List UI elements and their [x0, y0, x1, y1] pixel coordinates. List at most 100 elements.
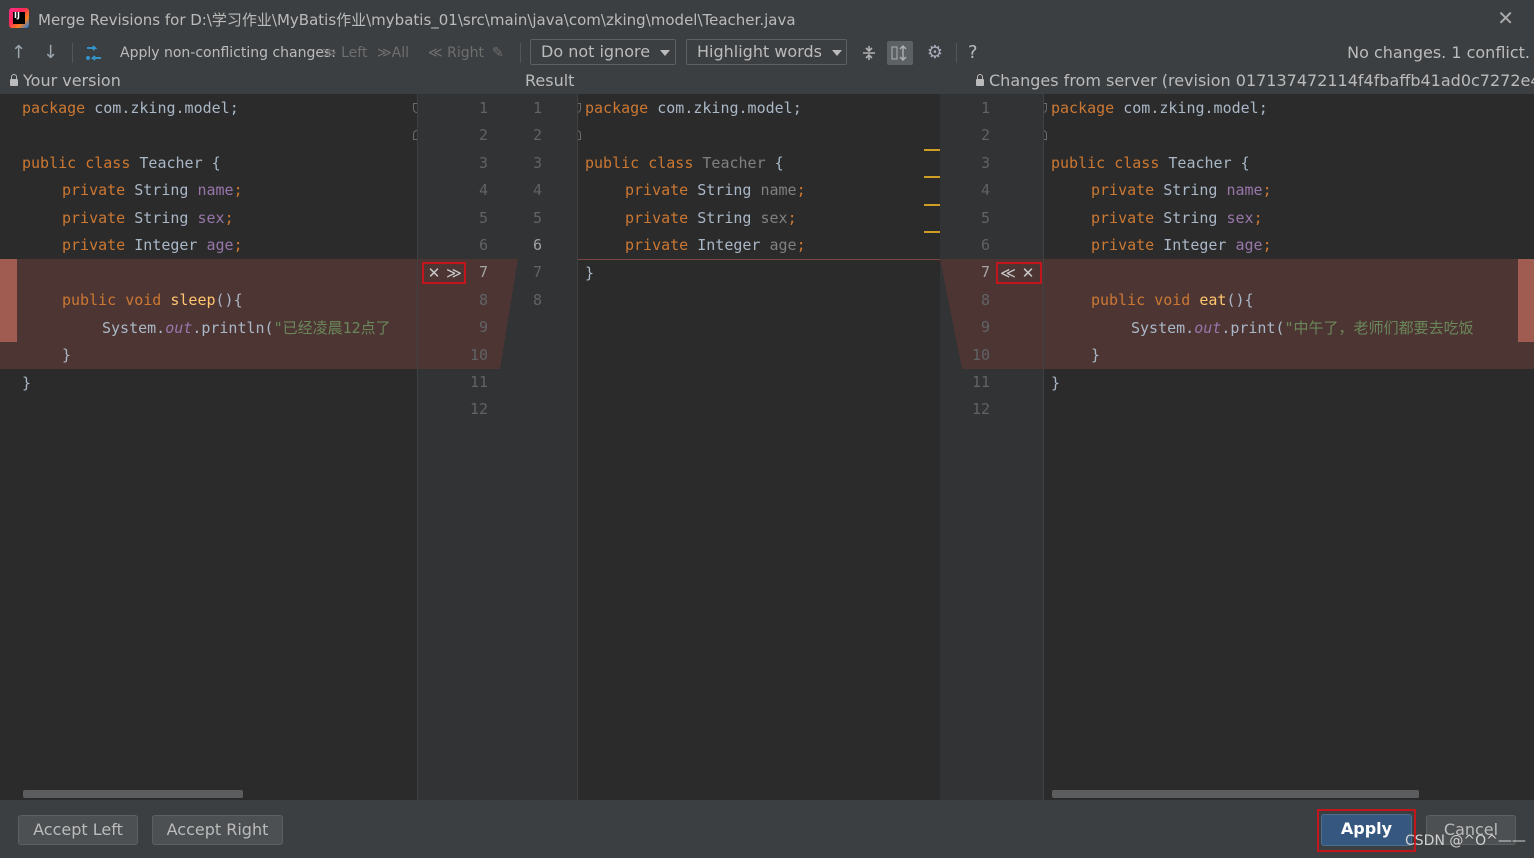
- fold-marker-icon[interactable]: [1044, 103, 1047, 113]
- warning-stripe-marker[interactable]: [924, 204, 940, 206]
- conflict-insert-line: [578, 259, 940, 260]
- code-line: private String sex;: [1091, 209, 1263, 227]
- code-line: System.out.print("中午了，老师们都要去吃饭: [1131, 319, 1474, 337]
- whitespace-ignore-value: Do not ignore: [541, 42, 651, 61]
- line-number: 7: [980, 263, 990, 282]
- magic-resolve-icon[interactable]: [83, 36, 105, 70]
- merge-toolbar: ↑ ↓ Apply non-conflicting changes: ≫ Lef…: [0, 36, 1534, 70]
- chevron-down-icon: [660, 49, 671, 56]
- left-horizontal-scrollbar[interactable]: [23, 790, 243, 798]
- apply-non-conflicting-label: Apply non-conflicting changes:: [120, 45, 337, 61]
- whitespace-ignore-select[interactable]: Do not ignore: [530, 39, 676, 65]
- warning-stripe-marker[interactable]: [924, 176, 940, 178]
- conflict-marker-bar: [1518, 259, 1534, 342]
- line-number: 3: [478, 153, 488, 172]
- reject-left-icon[interactable]: ✕: [424, 264, 444, 282]
- line-number: 3: [980, 153, 990, 172]
- code-line: public class Teacher {: [585, 154, 784, 172]
- code-line: public class Teacher {: [22, 154, 221, 172]
- line-number: 10: [971, 345, 990, 364]
- code-line: package com.zking.model;: [1051, 99, 1268, 117]
- line-number: 1: [532, 99, 542, 117]
- help-icon[interactable]: ?: [968, 36, 978, 70]
- apply-highlight-frame: [1317, 809, 1416, 852]
- code-line: private Integer age;: [1091, 236, 1272, 254]
- code-line: private Integer age;: [625, 236, 806, 254]
- line-number: 8: [478, 290, 488, 309]
- line-number: 9: [478, 318, 488, 337]
- left-editor[interactable]: package com.zking.model; public class Te…: [0, 94, 418, 800]
- apply-right-label: Right: [447, 45, 484, 61]
- reject-right-icon[interactable]: ✕: [1018, 264, 1038, 282]
- double-chevron-left-icon: ≪: [428, 45, 443, 61]
- line-number: 6: [980, 236, 990, 254]
- code-line: private Integer age;: [62, 236, 243, 254]
- code-line: package com.zking.model;: [22, 99, 239, 117]
- accept-right-button[interactable]: Accept Right: [152, 815, 283, 845]
- left-conflict-actions: ✕ ≫: [422, 262, 466, 284]
- warning-stripe-marker[interactable]: [924, 231, 940, 233]
- line-number: 12: [469, 400, 488, 419]
- window-title: Merge Revisions for D:\学习作业\MyBatis作业\my…: [38, 11, 796, 29]
- dialog-button-bar: Accept Left Accept Right Apply Cancel: [0, 800, 1534, 858]
- result-editor[interactable]: package com.zking.model; public class Te…: [578, 94, 940, 800]
- toolbar-separator: [520, 43, 521, 63]
- accept-left-button[interactable]: Accept Left: [18, 815, 138, 845]
- line-number: 5: [980, 208, 990, 227]
- previous-difference-icon[interactable]: ↑: [11, 36, 26, 70]
- apply-right-button[interactable]: ≪ Right: [428, 36, 484, 70]
- fold-marker-icon[interactable]: [578, 103, 581, 113]
- code-line: }: [22, 374, 32, 392]
- code-line: public class Teacher {: [1051, 154, 1250, 172]
- toolbar-separator: [72, 43, 73, 63]
- collapse-unchanged-icon[interactable]: [856, 41, 882, 65]
- apply-left-button[interactable]: ≫ Left: [322, 36, 367, 70]
- line-number: 11: [971, 373, 990, 391]
- conflict-connector: [940, 259, 1044, 369]
- right-editor[interactable]: package com.zking.model; public class Te…: [1044, 94, 1534, 800]
- conflict-highlight: [1044, 259, 1534, 369]
- settings-gear-icon[interactable]: ⚙: [922, 41, 948, 65]
- accept-right-icon[interactable]: ≪: [998, 264, 1018, 282]
- warning-stripe-marker[interactable]: [924, 149, 940, 151]
- center-right-gutter: 1 2 3 4 5 6 7 8 9 10 11 12 ≪ ✕: [940, 94, 1044, 800]
- line-number: 8: [980, 290, 990, 309]
- apply-all-button[interactable]: ≫All: [377, 36, 409, 70]
- apply-left-label: Left: [341, 45, 368, 61]
- code-line: private String sex;: [625, 209, 797, 227]
- merge-status-text: No changes. 1 conflict.: [1347, 43, 1530, 62]
- chevron-down-icon: [831, 49, 842, 56]
- line-number: 4: [478, 181, 488, 200]
- line-number: 2: [478, 126, 488, 145]
- magic-wand-icon[interactable]: ✎: [492, 36, 504, 70]
- line-number: 4: [980, 181, 990, 200]
- line-number: 6: [478, 236, 488, 254]
- close-icon[interactable]: ✕: [1497, 6, 1514, 30]
- next-difference-icon[interactable]: ↓: [43, 36, 58, 70]
- line-number: 8: [532, 290, 542, 309]
- fold-marker-icon[interactable]: [578, 130, 581, 140]
- code-line: }: [585, 264, 595, 282]
- line-number: 5: [532, 208, 542, 227]
- code-line: System.out.println("已经凌晨12点了: [102, 319, 391, 337]
- accept-left-icon[interactable]: ≫: [444, 264, 464, 282]
- lock-icon: [976, 74, 984, 86]
- fold-marker-icon[interactable]: [1044, 130, 1047, 140]
- line-number: 7: [532, 263, 542, 282]
- left-center-gutter: 1 2 3 4 5 6 7 8 9 10 11 12 12345678 ✕ ≫: [418, 94, 578, 800]
- line-number: 11: [469, 373, 488, 391]
- line-number: 1: [980, 99, 990, 117]
- title-bar: IJ Merge Revisions for D:\学习作业\MyBatis作业…: [0, 0, 1534, 36]
- line-number: 2: [980, 126, 990, 145]
- line-number: 4: [532, 181, 542, 200]
- right-horizontal-scrollbar[interactable]: [1052, 790, 1419, 798]
- double-chevron-both-icon: ≫: [377, 45, 392, 61]
- highlighting-mode-value: Highlight words: [697, 42, 822, 61]
- intellij-app-icon: IJ: [9, 8, 29, 28]
- highlighting-mode-select[interactable]: Highlight words: [686, 39, 847, 65]
- code-line: private String name;: [625, 181, 806, 199]
- code-line: public void eat(){: [1091, 291, 1254, 309]
- sync-scroll-icon[interactable]: [887, 41, 913, 65]
- center-pane-title: Result: [525, 71, 575, 90]
- conflict-marker-bar: [0, 259, 17, 342]
